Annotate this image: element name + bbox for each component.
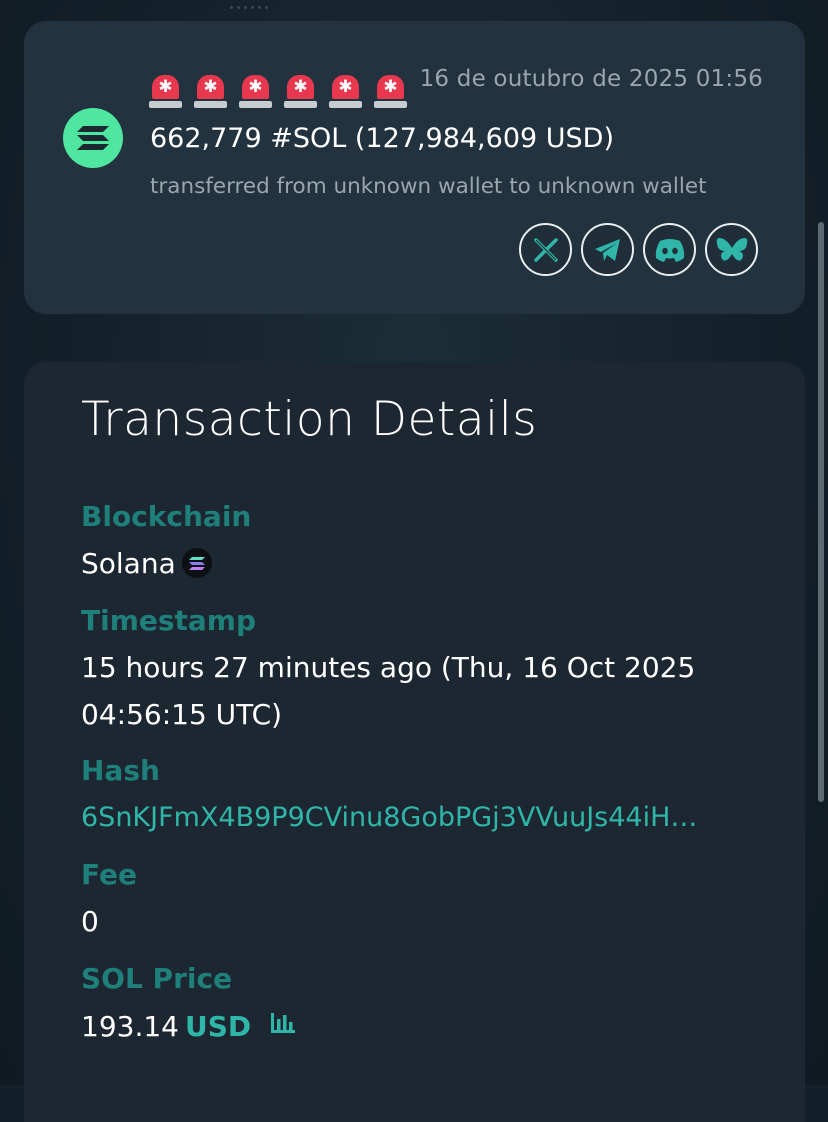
alert-date: 16 de outubro de 2025 01:56 (419, 66, 763, 92)
alert-sirens: ✱ ✱ ✱ ✱ ✱ ✱ (149, 75, 407, 109)
solana-logo-icon (63, 108, 123, 168)
fee-label: Fee (81, 858, 137, 891)
share-discord-button[interactable] (643, 223, 696, 276)
blockchain-value: Solana (81, 547, 212, 580)
price-currency: USD (184, 1010, 252, 1043)
whale-alert-card[interactable]: ✱ ✱ ✱ ✱ ✱ ✱ 16 de outubro de 2025 01:56 662,7… (24, 21, 805, 314)
blockchain-label: Blockchain (81, 500, 252, 533)
timestamp-label: Timestamp (81, 604, 257, 637)
x-icon (533, 237, 558, 262)
share-buttons (519, 223, 758, 276)
solana-chain-icon (181, 548, 212, 578)
siren-icon: ✱ (239, 75, 272, 109)
share-x-button[interactable] (519, 223, 572, 276)
bluesky-icon (716, 237, 747, 261)
alert-description: transferred from unknown wallet to unkno… (150, 174, 707, 199)
sol-price-label: SOL Price (81, 962, 233, 995)
telegram-icon (594, 238, 620, 261)
blockchain-name: Solana (81, 547, 176, 580)
share-telegram-button[interactable] (581, 223, 634, 276)
sol-price-row: 193.14 USD (81, 1010, 297, 1045)
notch-indicator (230, 6, 280, 10)
siren-icon: ✱ (329, 75, 362, 109)
hash-label: Hash (81, 754, 160, 787)
siren-icon: ✱ (194, 75, 227, 109)
transaction-details-card: Transaction Details Blockchain Solana Ti… (24, 362, 805, 1122)
share-bluesky-button[interactable] (705, 223, 758, 276)
siren-icon: ✱ (374, 75, 407, 109)
alert-amount: 662,779 #SOL (127,984,609 USD) (150, 123, 614, 154)
scrollbar[interactable] (818, 222, 824, 802)
bar-chart-icon[interactable] (269, 1009, 297, 1042)
hash-link[interactable]: 6SnKJFmX4B9P9CVinu8GobPGj3VVuuJs44iH… (81, 802, 743, 833)
fee-value: 0 (81, 905, 99, 938)
details-title: Transaction Details (81, 392, 538, 447)
siren-icon: ✱ (284, 75, 317, 109)
sol-price-value: 193.14 (81, 1010, 179, 1043)
siren-icon: ✱ (149, 75, 182, 109)
discord-icon (655, 238, 684, 262)
timestamp-value: 15 hours 27 minutes ago (Thu, 16 Oct 202… (81, 651, 696, 731)
